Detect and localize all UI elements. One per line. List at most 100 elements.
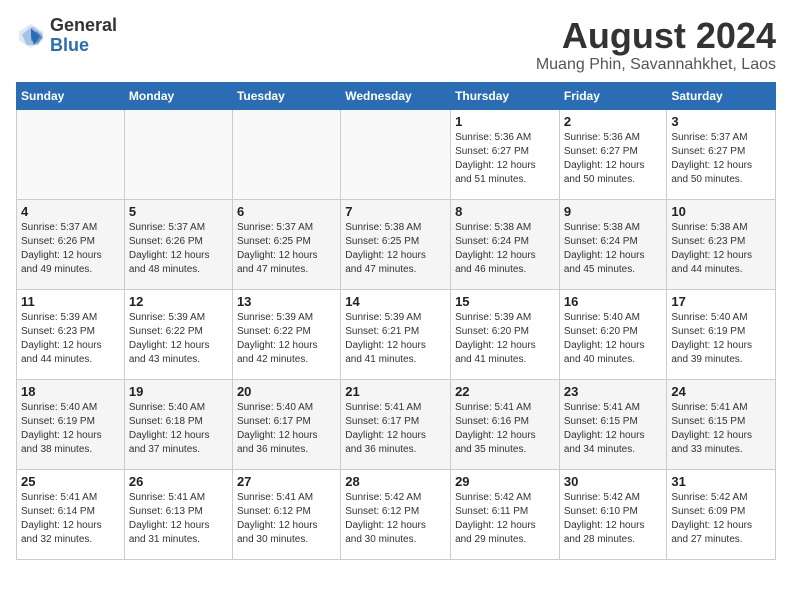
day-number: 26 xyxy=(129,474,228,489)
header-row: SundayMondayTuesdayWednesdayThursdayFrid… xyxy=(17,82,776,109)
day-number: 3 xyxy=(671,114,771,129)
day-info: Sunrise: 5:42 AM Sunset: 6:12 PM Dayligh… xyxy=(345,491,446,547)
day-number: 12 xyxy=(129,294,228,309)
day-info: Sunrise: 5:41 AM Sunset: 6:17 PM Dayligh… xyxy=(345,401,446,457)
day-info: Sunrise: 5:40 AM Sunset: 6:17 PM Dayligh… xyxy=(237,401,336,457)
day-info: Sunrise: 5:39 AM Sunset: 6:21 PM Dayligh… xyxy=(345,311,446,367)
day-number: 28 xyxy=(345,474,446,489)
day-info: Sunrise: 5:41 AM Sunset: 6:12 PM Dayligh… xyxy=(237,491,336,547)
day-cell: 10 Sunrise: 5:38 AM Sunset: 6:23 PM Dayli… xyxy=(667,199,776,289)
week-row-5: 25Sunrise: 5:41 AM Sunset: 6:14 PM Dayli… xyxy=(17,469,776,559)
week-row-4: 18Sunrise: 5:40 AM Sunset: 6:19 PM Dayli… xyxy=(17,379,776,469)
day-number: 16 xyxy=(564,294,663,309)
column-header-thursday: Thursday xyxy=(451,82,560,109)
day-cell: 4 Sunrise: 5:37 AM Sunset: 6:26 PM Daylig… xyxy=(17,199,125,289)
day-cell: 8Sunrise: 5:38 AM Sunset: 6:24 PM Daylig… xyxy=(451,199,560,289)
day-cell: 21Sunrise: 5:41 AM Sunset: 6:17 PM Dayli… xyxy=(341,379,451,469)
day-cell: 16Sunrise: 5:40 AM Sunset: 6:20 PM Dayli… xyxy=(559,289,667,379)
day-cell: 14 Sunrise: 5:39 AM Sunset: 6:21 PM Dayli… xyxy=(341,289,451,379)
day-cell: 22Sunrise: 5:41 AM Sunset: 6:16 PM Dayli… xyxy=(451,379,560,469)
day-cell: 30 Sunrise: 5:42 AM Sunset: 6:10 PM Dayli… xyxy=(559,469,667,559)
week-row-3: 11 Sunrise: 5:39 AM Sunset: 6:23 PM Dayli… xyxy=(17,289,776,379)
day-cell: 12 Sunrise: 5:39 AM Sunset: 6:22 PM Dayli… xyxy=(124,289,232,379)
day-number: 27 xyxy=(237,474,336,489)
day-cell: 28 Sunrise: 5:42 AM Sunset: 6:12 PM Dayli… xyxy=(341,469,451,559)
day-info: Sunrise: 5:37 AM Sunset: 6:26 PM Dayligh… xyxy=(21,221,120,277)
day-number: 11 xyxy=(21,294,120,309)
column-header-saturday: Saturday xyxy=(667,82,776,109)
day-cell: 17Sunrise: 5:40 AM Sunset: 6:19 PM Dayli… xyxy=(667,289,776,379)
day-cell: 5 Sunrise: 5:37 AM Sunset: 6:26 PM Daylig… xyxy=(124,199,232,289)
day-cell: 7 Sunrise: 5:38 AM Sunset: 6:25 PM Daylig… xyxy=(341,199,451,289)
day-number: 17 xyxy=(671,294,771,309)
day-cell: 3 Sunrise: 5:37 AM Sunset: 6:27 PM Daylig… xyxy=(667,109,776,199)
day-info: Sunrise: 5:36 AM Sunset: 6:27 PM Dayligh… xyxy=(455,131,555,187)
day-cell: 1 Sunrise: 5:36 AM Sunset: 6:27 PM Daylig… xyxy=(451,109,560,199)
day-number: 19 xyxy=(129,384,228,399)
day-cell: 26 Sunrise: 5:41 AM Sunset: 6:13 PM Dayli… xyxy=(124,469,232,559)
logo-general: General xyxy=(50,16,117,36)
column-header-sunday: Sunday xyxy=(17,82,125,109)
logo-blue: Blue xyxy=(50,36,117,56)
day-number: 7 xyxy=(345,204,446,219)
day-number: 22 xyxy=(455,384,555,399)
logo: General Blue xyxy=(16,16,117,56)
column-header-monday: Monday xyxy=(124,82,232,109)
day-info: Sunrise: 5:38 AM Sunset: 6:24 PM Dayligh… xyxy=(564,221,663,277)
day-cell: 24 Sunrise: 5:41 AM Sunset: 6:15 PM Dayli… xyxy=(667,379,776,469)
day-cell: 15 Sunrise: 5:39 AM Sunset: 6:20 PM Dayli… xyxy=(451,289,560,379)
day-number: 2 xyxy=(564,114,663,129)
day-cell: 2 Sunrise: 5:36 AM Sunset: 6:27 PM Daylig… xyxy=(559,109,667,199)
day-number: 13 xyxy=(237,294,336,309)
day-info: Sunrise: 5:39 AM Sunset: 6:22 PM Dayligh… xyxy=(129,311,228,367)
logo-icon xyxy=(16,21,46,51)
day-info: Sunrise: 5:41 AM Sunset: 6:15 PM Dayligh… xyxy=(564,401,663,457)
month-title: August 2024 xyxy=(536,16,776,56)
day-number: 30 xyxy=(564,474,663,489)
day-info: Sunrise: 5:42 AM Sunset: 6:11 PM Dayligh… xyxy=(455,491,555,547)
day-number: 15 xyxy=(455,294,555,309)
day-number: 5 xyxy=(129,204,228,219)
day-cell: 29 Sunrise: 5:42 AM Sunset: 6:11 PM Dayli… xyxy=(451,469,560,559)
day-number: 1 xyxy=(455,114,555,129)
day-number: 20 xyxy=(237,384,336,399)
day-info: Sunrise: 5:38 AM Sunset: 6:24 PM Dayligh… xyxy=(455,221,555,277)
day-cell: 18Sunrise: 5:40 AM Sunset: 6:19 PM Dayli… xyxy=(17,379,125,469)
day-number: 4 xyxy=(21,204,120,219)
week-row-2: 4 Sunrise: 5:37 AM Sunset: 6:26 PM Daylig… xyxy=(17,199,776,289)
day-info: Sunrise: 5:42 AM Sunset: 6:09 PM Dayligh… xyxy=(671,491,771,547)
day-cell xyxy=(17,109,125,199)
day-number: 18 xyxy=(21,384,120,399)
day-info: Sunrise: 5:37 AM Sunset: 6:27 PM Dayligh… xyxy=(671,131,771,187)
day-number: 10 xyxy=(671,204,771,219)
day-info: Sunrise: 5:37 AM Sunset: 6:26 PM Dayligh… xyxy=(129,221,228,277)
day-number: 23 xyxy=(564,384,663,399)
day-info: Sunrise: 5:39 AM Sunset: 6:23 PM Dayligh… xyxy=(21,311,120,367)
day-cell xyxy=(341,109,451,199)
day-number: 25 xyxy=(21,474,120,489)
day-number: 29 xyxy=(455,474,555,489)
day-info: Sunrise: 5:36 AM Sunset: 6:27 PM Dayligh… xyxy=(564,131,663,187)
column-header-friday: Friday xyxy=(559,82,667,109)
day-number: 31 xyxy=(671,474,771,489)
day-info: Sunrise: 5:38 AM Sunset: 6:23 PM Dayligh… xyxy=(671,221,771,277)
day-cell: 9Sunrise: 5:38 AM Sunset: 6:24 PM Daylig… xyxy=(559,199,667,289)
day-cell xyxy=(124,109,232,199)
day-info: Sunrise: 5:38 AM Sunset: 6:25 PM Dayligh… xyxy=(345,221,446,277)
day-cell: 23 Sunrise: 5:41 AM Sunset: 6:15 PM Dayli… xyxy=(559,379,667,469)
day-number: 6 xyxy=(237,204,336,219)
location-subtitle: Muang Phin, Savannahkhet, Laos xyxy=(536,56,776,74)
day-info: Sunrise: 5:41 AM Sunset: 6:15 PM Dayligh… xyxy=(671,401,771,457)
page-header: General Blue August 2024 Muang Phin, Sav… xyxy=(16,16,776,74)
day-info: Sunrise: 5:39 AM Sunset: 6:20 PM Dayligh… xyxy=(455,311,555,367)
day-info: Sunrise: 5:42 AM Sunset: 6:10 PM Dayligh… xyxy=(564,491,663,547)
day-number: 14 xyxy=(345,294,446,309)
day-cell: 25Sunrise: 5:41 AM Sunset: 6:14 PM Dayli… xyxy=(17,469,125,559)
day-number: 24 xyxy=(671,384,771,399)
day-cell: 20 Sunrise: 5:40 AM Sunset: 6:17 PM Dayli… xyxy=(232,379,340,469)
day-info: Sunrise: 5:37 AM Sunset: 6:25 PM Dayligh… xyxy=(237,221,336,277)
day-info: Sunrise: 5:41 AM Sunset: 6:13 PM Dayligh… xyxy=(129,491,228,547)
day-cell: 11 Sunrise: 5:39 AM Sunset: 6:23 PM Dayli… xyxy=(17,289,125,379)
day-cell: 13Sunrise: 5:39 AM Sunset: 6:22 PM Dayli… xyxy=(232,289,340,379)
day-cell: 19Sunrise: 5:40 AM Sunset: 6:18 PM Dayli… xyxy=(124,379,232,469)
